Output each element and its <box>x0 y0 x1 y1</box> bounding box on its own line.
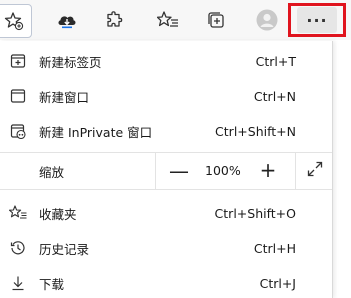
extensions-button[interactable] <box>98 4 132 36</box>
menu-item-label: 下载 <box>39 276 65 292</box>
more-dots-icon: ··· <box>297 7 337 33</box>
favorite-add-button[interactable] <box>0 4 32 38</box>
browser-window: ··· 新建标签页 Ctrl+T 新建窗口 Ctrl+N 新建 InPrivat… <box>0 0 351 298</box>
menu-item-label: 新建 InPrivate 窗口 <box>39 124 153 140</box>
favorites-icon <box>157 10 179 30</box>
collections-icon <box>206 10 226 30</box>
inprivate-window-icon <box>9 122 27 140</box>
browser-toolbar: ··· <box>0 0 351 40</box>
menu-item-label: 收藏夹 <box>39 206 77 222</box>
favorites-toolbar-button[interactable] <box>151 4 185 36</box>
zoom-row: 缩放 — 100% + <box>0 153 332 189</box>
favorites-icon <box>9 204 27 222</box>
fullscreen-icon <box>306 159 324 183</box>
fullscreen-button[interactable] <box>302 158 328 184</box>
menu-item-shortcut: Ctrl+J <box>259 275 296 291</box>
history-icon <box>9 239 27 257</box>
menu-item-history[interactable]: 历史记录 Ctrl+H <box>0 232 332 264</box>
profile-avatar-icon <box>256 9 278 31</box>
new-window-icon <box>9 87 27 105</box>
zoom-in-button[interactable]: + <box>255 157 281 183</box>
collections-button[interactable] <box>199 4 233 36</box>
menu-item-new-tab[interactable]: 新建标签页 Ctrl+T <box>0 45 332 77</box>
menu-item-new-inprivate-window[interactable]: 新建 InPrivate 窗口 Ctrl+Shift+N <box>0 115 332 147</box>
menu-item-shortcut: Ctrl+Shift+N <box>215 123 296 139</box>
menu-item-label: 新建标签页 <box>39 54 102 70</box>
menu-item-shortcut: Ctrl+H <box>253 240 296 256</box>
menu-item-shortcut: Ctrl+Shift+O <box>214 205 296 221</box>
menu-item-shortcut: Ctrl+N <box>253 88 296 104</box>
zoom-out-button[interactable]: — <box>166 158 192 184</box>
menu-item-downloads[interactable]: 下载 Ctrl+J <box>0 267 332 298</box>
profile-button[interactable] <box>250 4 284 36</box>
menu-item-shortcut: Ctrl+T <box>255 53 296 69</box>
menu-item-favorites[interactable]: 收藏夹 Ctrl+Shift+O <box>0 197 332 229</box>
cloud-download-icon <box>56 10 78 30</box>
new-tab-icon <box>9 52 27 70</box>
zoom-separator <box>295 153 296 189</box>
extensions-icon <box>105 10 125 30</box>
favorite-add-icon <box>4 11 24 31</box>
settings-and-more-button[interactable]: ··· <box>288 3 346 37</box>
zoom-level: 100% <box>205 163 241 178</box>
menu-item-label: 新建窗口 <box>39 89 90 105</box>
zoom-separator <box>155 153 156 189</box>
downloads-toolbar-button[interactable] <box>50 4 84 36</box>
download-icon <box>9 274 27 292</box>
settings-menu: 新建标签页 Ctrl+T 新建窗口 Ctrl+N 新建 InPrivate 窗口… <box>0 41 333 298</box>
menu-divider <box>0 189 332 190</box>
menu-item-label: 历史记录 <box>39 241 90 257</box>
zoom-label: 缩放 <box>39 164 65 180</box>
menu-item-new-window[interactable]: 新建窗口 Ctrl+N <box>0 80 332 112</box>
